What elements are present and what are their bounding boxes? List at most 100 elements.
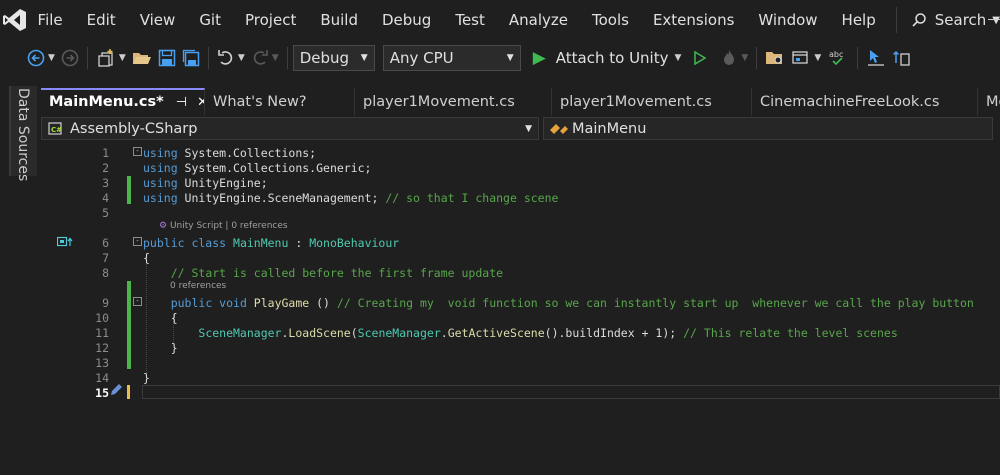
save-icon xyxy=(158,49,176,67)
code-lens-class[interactable]: ⚙ Unity Script | 0 references xyxy=(159,220,288,232)
move-up-button[interactable] xyxy=(889,44,915,72)
member-dropdown[interactable]: MainMenu xyxy=(543,117,993,140)
tab-label: Me xyxy=(986,94,1000,110)
toggle-pointer-button[interactable] xyxy=(863,44,889,72)
line-number: 11 xyxy=(95,326,109,340)
spell-check-button[interactable]: abc xyxy=(824,44,852,72)
tab-cinemachinefreelook[interactable]: CinemachineFreeLook.cs xyxy=(752,88,978,116)
save-all-icon xyxy=(182,49,200,67)
code-line[interactable]: 10 { xyxy=(41,311,1000,326)
code-line[interactable]: 2 using System.Collections.Generic; xyxy=(41,161,1000,176)
play-icon: ▶ xyxy=(532,48,546,68)
code-token: UnityEngine.SceneManagement; xyxy=(177,191,386,205)
navigate-forward-button[interactable] xyxy=(58,44,82,72)
menu-window[interactable]: Window xyxy=(746,0,829,40)
menu-build[interactable]: Build xyxy=(308,0,370,40)
open-file-button[interactable] xyxy=(129,44,155,72)
play-outline-icon xyxy=(694,50,707,66)
menu-extensions[interactable]: Extensions xyxy=(641,0,746,40)
code-token: { xyxy=(143,251,150,265)
attach-to-unity-button[interactable]: ▶ Attach to Unity ▼ xyxy=(529,48,686,68)
save-button[interactable] xyxy=(155,44,179,72)
code-line[interactable]: 3 using UnityEngine; xyxy=(41,176,1000,191)
code-text: using UnityEngine; xyxy=(143,176,268,191)
undo-button[interactable]: ▼ xyxy=(214,44,248,72)
browser-link-button[interactable]: ▼ xyxy=(788,44,824,72)
code-line[interactable]: 11 SceneManager.LoadScene(SceneManager.G… xyxy=(41,326,1000,341)
solution-explorer-button[interactable] xyxy=(762,44,788,72)
code-text: using System.Collections; xyxy=(143,146,316,161)
csharp-project-icon: C# xyxy=(48,121,62,135)
menu-file[interactable]: File xyxy=(30,0,75,40)
code-text: } xyxy=(143,371,150,386)
code-line[interactable]: 5 xyxy=(41,206,1000,221)
menu-debug[interactable]: Debug xyxy=(370,0,443,40)
close-icon[interactable]: ✕ xyxy=(197,95,204,110)
redo-button[interactable]: ▼ xyxy=(248,44,282,72)
code-editor[interactable]: - - - ⚙ Unity Script | 0 references 0 re… xyxy=(41,142,1000,475)
line-number: 12 xyxy=(95,341,109,355)
minimize-icon[interactable] xyxy=(988,19,1000,20)
class-icon xyxy=(550,123,568,134)
code-line[interactable]: 15 xyxy=(41,386,1000,401)
project-dropdown[interactable]: C# Assembly-CSharp ▼ xyxy=(41,117,539,140)
code-token: ( xyxy=(350,326,358,340)
new-project-icon xyxy=(98,49,113,67)
menu-test[interactable]: Test xyxy=(443,0,497,40)
menu-help[interactable]: Help xyxy=(830,0,888,40)
tab-whats-new[interactable]: What's New? xyxy=(205,88,355,116)
line-number: 15 xyxy=(95,386,109,400)
code-token: // Creating my void function so we can i… xyxy=(336,296,974,310)
chevron-down-icon: ▼ xyxy=(237,53,245,63)
code-line[interactable]: 7{ xyxy=(41,251,1000,266)
code-line[interactable]: 8 // Start is called before the first fr… xyxy=(41,266,1000,281)
tab-mainmenu[interactable]: MainMenu.cs* ⊣ ✕ xyxy=(41,88,205,116)
code-token: System.Collections; xyxy=(177,146,317,160)
new-project-button[interactable]: ▼ xyxy=(93,44,129,72)
code-token: . xyxy=(440,326,448,340)
code-line[interactable]: 6 public class MainMenu : MonoBehaviour xyxy=(41,236,1000,251)
code-line[interactable]: 14} xyxy=(41,371,1000,386)
forward-arrow-icon xyxy=(61,49,79,67)
code-token: using xyxy=(143,161,178,175)
tab-player1movement[interactable]: player1Movement.cs xyxy=(355,88,552,116)
platform-dropdown[interactable]: Any CPU ▼ xyxy=(382,45,521,71)
menu-analyze[interactable]: Analyze xyxy=(497,0,580,40)
code-line[interactable]: 1 using System.Collections; xyxy=(41,146,1000,161)
data-sources-tab[interactable]: Data Sources xyxy=(9,86,37,181)
code-lens-method[interactable]: 0 references xyxy=(170,280,226,292)
spell-check-icon: abc xyxy=(829,50,844,66)
code-token: SceneManager xyxy=(357,326,441,340)
visual-studio-logo-icon[interactable] xyxy=(0,0,30,40)
code-token: using xyxy=(143,146,178,160)
data-sources-label: Data Sources xyxy=(15,88,31,182)
code-line[interactable]: 9 public void PlayGame () // Creating my… xyxy=(41,296,1000,311)
navigate-back-button[interactable]: ▼ xyxy=(24,44,58,72)
code-token: ().buildIndex + 1); xyxy=(544,326,684,340)
search-label: Search xyxy=(934,11,987,29)
pin-icon[interactable]: ⊣ xyxy=(176,95,187,110)
menu-view[interactable]: View xyxy=(128,0,188,40)
code-token: MonoBehaviour xyxy=(309,236,400,250)
code-line[interactable]: 12 } xyxy=(41,341,1000,356)
chevron-down-icon: ▼ xyxy=(360,53,368,63)
tab-player1movement-2[interactable]: player1Movement.cs xyxy=(552,88,752,116)
start-without-debugging-button[interactable] xyxy=(689,44,711,72)
menu-tools[interactable]: Tools xyxy=(580,0,641,40)
tab-overflow[interactable]: Me xyxy=(978,88,1000,116)
menu-project[interactable]: Project xyxy=(233,0,308,40)
hot-reload-button[interactable]: ▼ xyxy=(717,44,751,72)
configuration-dropdown[interactable]: Debug ▼ xyxy=(292,45,375,71)
code-line[interactable]: 4 using UnityEngine.SceneManagement; // s… xyxy=(41,191,1000,206)
save-all-button[interactable] xyxy=(179,44,203,72)
menu-git[interactable]: Git xyxy=(187,0,233,40)
project-name: Assembly-CSharp xyxy=(70,120,198,137)
line-number: 8 xyxy=(102,266,109,280)
code-token: // This relate the level scenes xyxy=(683,326,898,340)
code-line[interactable]: 13 xyxy=(41,356,1000,371)
code-text: } xyxy=(143,341,178,356)
menu-edit[interactable]: Edit xyxy=(75,0,128,40)
code-token: GetActiveScene xyxy=(447,326,545,340)
unity-script-icon: ⚙ xyxy=(159,221,168,231)
code-text: using UnityEngine.SceneManagement; // so… xyxy=(143,191,558,206)
